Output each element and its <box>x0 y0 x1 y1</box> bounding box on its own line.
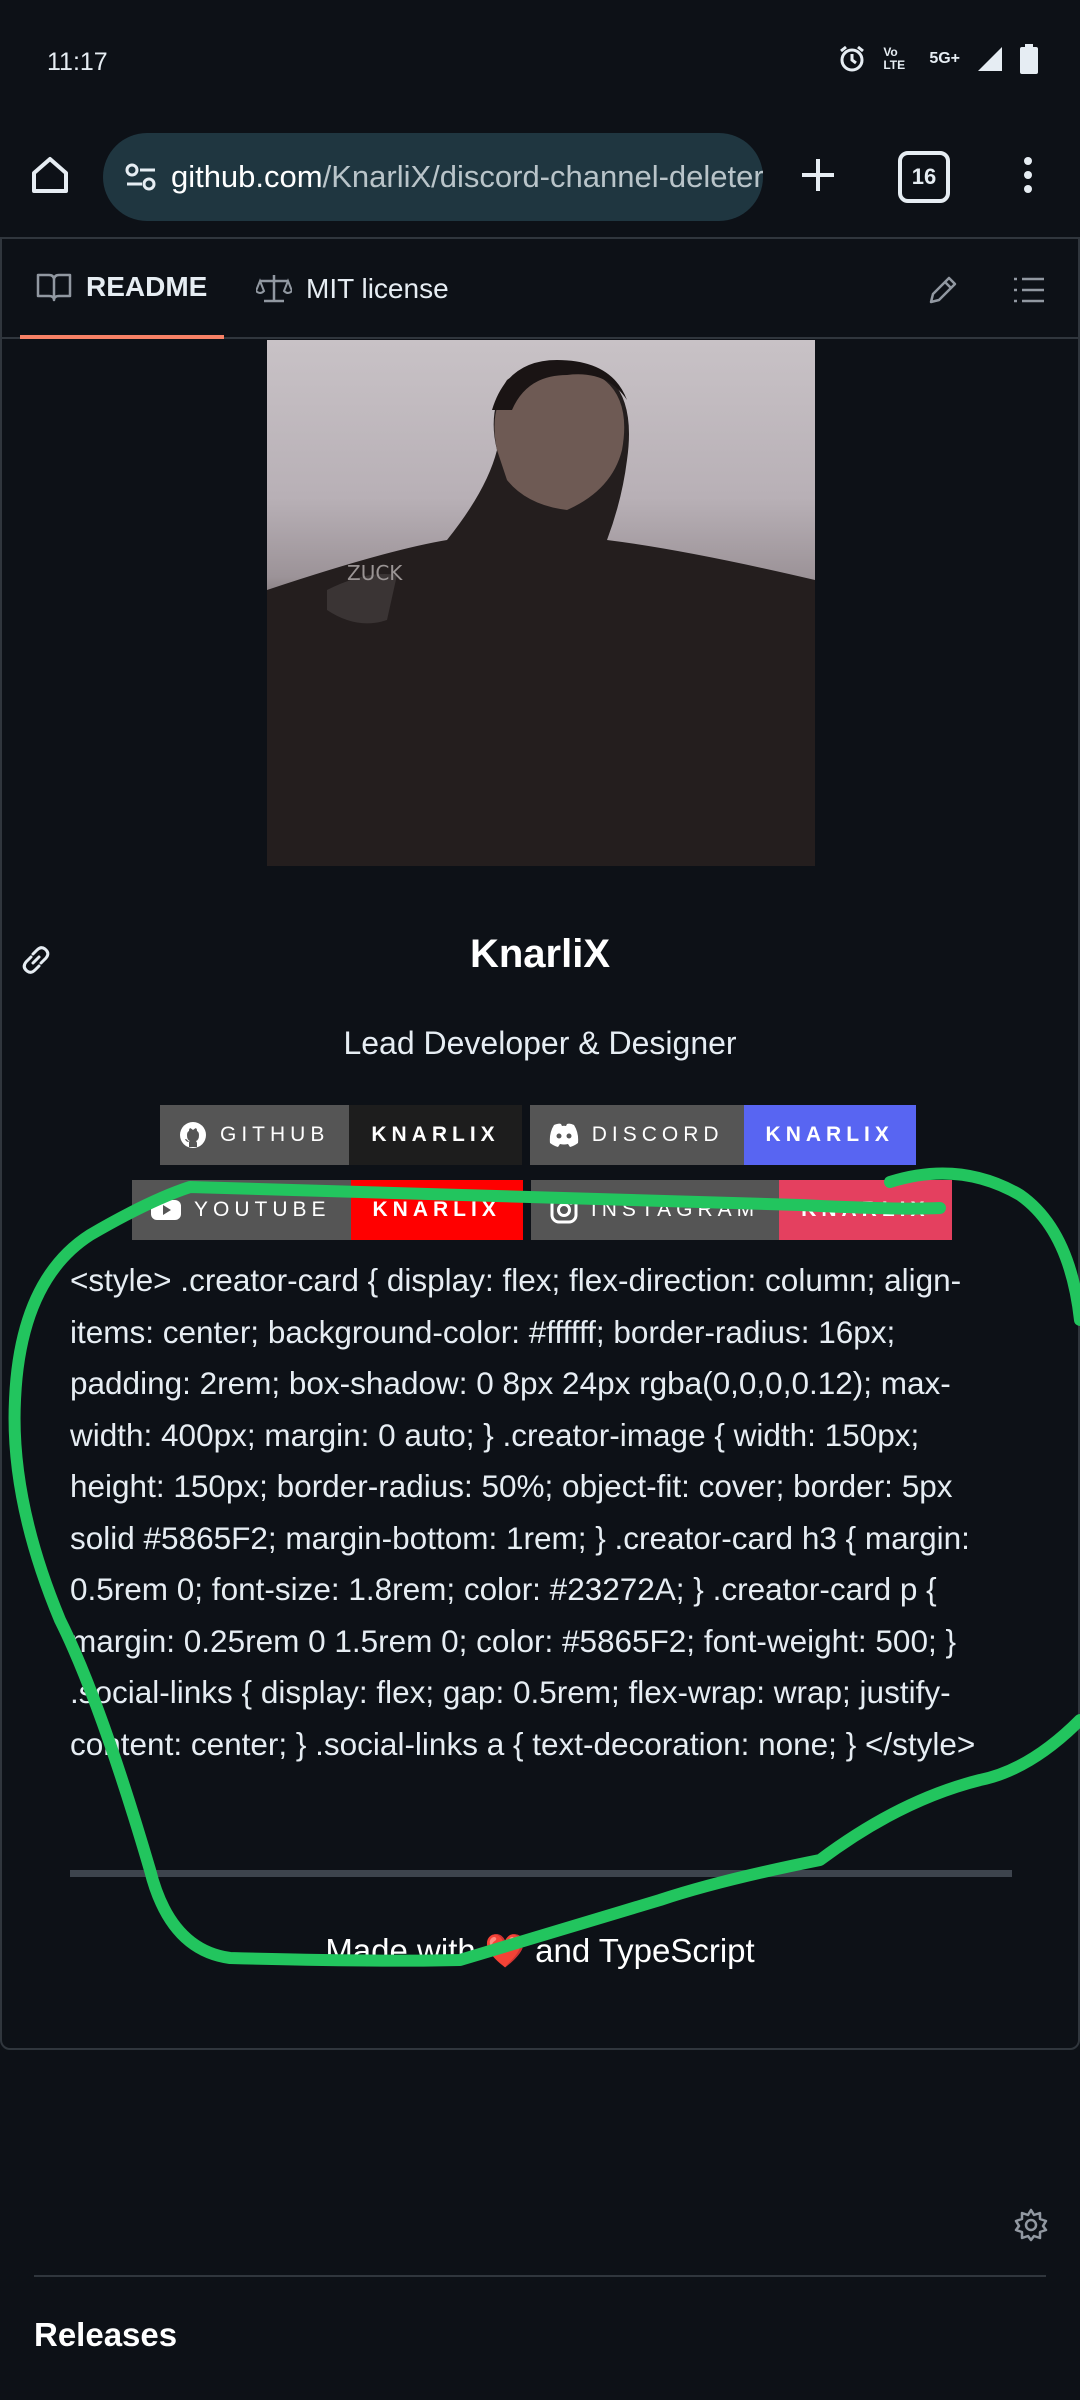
tab-readme[interactable]: README <box>20 239 224 339</box>
address-bar[interactable]: github.com/KnarliX/discord-channel-delet… <box>103 133 763 221</box>
network-label: 5G+ <box>929 50 960 67</box>
badge-value: KNARLIX <box>350 1180 523 1240</box>
badge-label: INSTAGRAM <box>590 1198 760 1221</box>
more-vert-icon <box>1024 157 1032 193</box>
youtube-badge[interactable]: YOUTUBE KNARLIX <box>132 1180 523 1240</box>
book-icon <box>36 273 72 302</box>
home-button[interactable] <box>22 147 78 203</box>
badge-label: DISCORD <box>591 1123 724 1146</box>
pencil-icon <box>929 276 957 304</box>
url-text[interactable]: github.com/KnarliX/discord-channel-delet… <box>171 159 763 195</box>
creator-role: Lead Developer & Designer <box>343 1025 737 1061</box>
badge-value: KNARLIX <box>779 1180 952 1240</box>
youtube-icon <box>151 1200 181 1220</box>
badge-left: INSTAGRAM <box>530 1180 780 1240</box>
scale-icon <box>256 275 292 303</box>
tab-license[interactable]: MIT license <box>256 239 449 339</box>
home-icon <box>32 157 68 193</box>
badge-left: GITHUB <box>160 1105 350 1165</box>
repo-settings-button[interactable] <box>1010 2204 1052 2246</box>
releases-heading[interactable]: Releases <box>34 2316 177 2354</box>
heart-icon: ❤️ <box>484 1932 526 1969</box>
github-badge[interactable]: GITHUB KNARLIX <box>160 1105 522 1165</box>
gear-icon <box>1014 2208 1048 2242</box>
raw-style-text: <style> .creator-card { display: flex; f… <box>70 1262 976 1762</box>
releases-divider <box>34 2275 1046 2277</box>
site-settings-icon[interactable] <box>121 157 161 197</box>
section-divider <box>70 1870 1012 1877</box>
social-badges-row: YOUTUBE KNARLIX INSTAGRAM KNARLIX <box>132 1180 952 1240</box>
new-tab-button[interactable] <box>790 147 846 203</box>
status-bar: 11:17 Vo LTE 5G+ <box>0 0 1080 125</box>
status-icons: Vo LTE 5G+ <box>837 44 1038 74</box>
discord-icon <box>549 1123 578 1147</box>
instagram-badge[interactable]: INSTAGRAM KNARLIX <box>530 1180 952 1240</box>
creator-photo: ZUCK <box>267 340 815 866</box>
tab-readme-label: README <box>86 271 208 302</box>
badge-value: KNARLIX <box>743 1105 916 1165</box>
svg-text:ZUCK: ZUCK <box>347 561 403 585</box>
badge-left: YOUTUBE <box>132 1180 351 1240</box>
badge-label: YOUTUBE <box>194 1198 331 1221</box>
url-domain: github.com <box>170 159 323 194</box>
alarm-icon <box>840 45 865 72</box>
outline-button[interactable] <box>1008 269 1050 311</box>
plus-icon <box>802 159 834 191</box>
status-time: 11:17 <box>47 48 108 76</box>
social-badges-row: GITHUB KNARLIX DISCORD KNARLIX <box>160 1105 916 1165</box>
instagram-icon <box>550 1196 578 1224</box>
browser-toolbar: github.com/KnarliX/discord-channel-delet… <box>0 125 1080 237</box>
readme-tab-bar: README MIT license <box>2 239 1078 339</box>
battery-icon <box>1020 44 1038 74</box>
made-with-footer: Made with ❤️ and TypeScript <box>0 1932 1080 1971</box>
volte-label: Vo LTE <box>883 45 906 72</box>
made-with-label: Made with <box>325 1932 476 1969</box>
url-path: /KnarliX/discord-channel-deleter <box>322 159 763 194</box>
badge-left: DISCORD <box>529 1105 744 1165</box>
edit-file-button[interactable] <box>922 269 964 311</box>
creator-name: KnarliX <box>469 932 611 976</box>
discord-badge[interactable]: DISCORD KNARLIX <box>529 1105 916 1165</box>
list-icon <box>1014 277 1044 303</box>
tab-license-label: MIT license <box>306 273 449 304</box>
overflow-menu-button[interactable] <box>1008 147 1048 203</box>
signal-icon <box>978 47 1002 71</box>
and-typescript-label: and TypeScript <box>535 1932 755 1969</box>
badge-value: KNARLIX <box>349 1105 522 1165</box>
github-icon <box>180 1122 206 1148</box>
tab-switcher-button[interactable]: 16 <box>898 151 950 203</box>
badge-label: GITHUB <box>220 1123 330 1146</box>
